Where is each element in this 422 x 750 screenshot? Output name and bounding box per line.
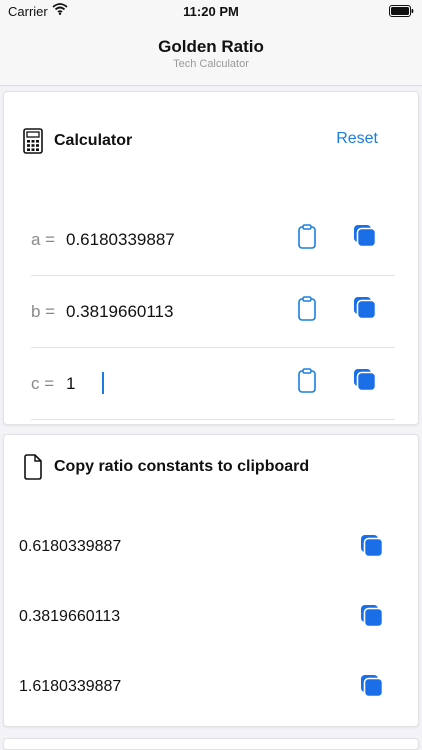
next-card <box>3 738 419 750</box>
var-label-a: a = <box>31 230 56 249</box>
constant-value: 0.6180339887 <box>19 538 122 555</box>
var-label-b: b = <box>31 302 56 321</box>
input-a[interactable] <box>66 224 286 256</box>
calculator-icon <box>23 128 43 159</box>
constant-row: 0.6180339887 <box>19 528 399 568</box>
copy-icon[interactable] <box>360 674 384 703</box>
reset-button[interactable]: Reset <box>336 130 378 148</box>
constant-row: 0.3819660113 <box>19 598 399 638</box>
status-bar: Carrier 11:20 PM <box>0 0 422 24</box>
calculator-title: Calculator <box>54 132 133 149</box>
input-b[interactable] <box>66 296 286 328</box>
clipboard-icon[interactable] <box>297 296 317 327</box>
status-time: 11:20 PM <box>183 4 239 19</box>
constant-row: 1.6180339887 <box>19 668 399 708</box>
copy-icon[interactable] <box>353 296 377 325</box>
input-c[interactable] <box>66 368 286 400</box>
constants-card: Copy ratio constants to clipboard 0.6180… <box>3 434 419 727</box>
calc-row-b: b = <box>31 276 395 348</box>
nav-bar: Golden Ratio Tech Calculator <box>0 24 422 86</box>
battery-icon <box>389 5 414 20</box>
text-cursor <box>102 372 104 394</box>
document-icon <box>23 454 43 485</box>
copy-icon[interactable] <box>353 224 377 253</box>
constant-value: 0.3819660113 <box>19 608 121 625</box>
page-title: Golden Ratio <box>158 37 264 56</box>
calculator-card: Calculator Reset a = b = <box>3 91 419 425</box>
copy-icon[interactable] <box>360 534 384 563</box>
constant-value: 1.6180339887 <box>19 678 122 695</box>
constants-title: Copy ratio constants to clipboard <box>54 458 310 475</box>
clipboard-icon[interactable] <box>297 224 317 255</box>
page-subtitle: Tech Calculator <box>173 58 249 70</box>
copy-icon[interactable] <box>360 604 384 633</box>
clipboard-icon[interactable] <box>297 368 317 399</box>
copy-icon[interactable] <box>353 368 377 397</box>
var-label-c: c = <box>31 374 55 393</box>
calc-row-c: c = <box>31 348 395 420</box>
calc-row-a: a = <box>31 204 395 276</box>
